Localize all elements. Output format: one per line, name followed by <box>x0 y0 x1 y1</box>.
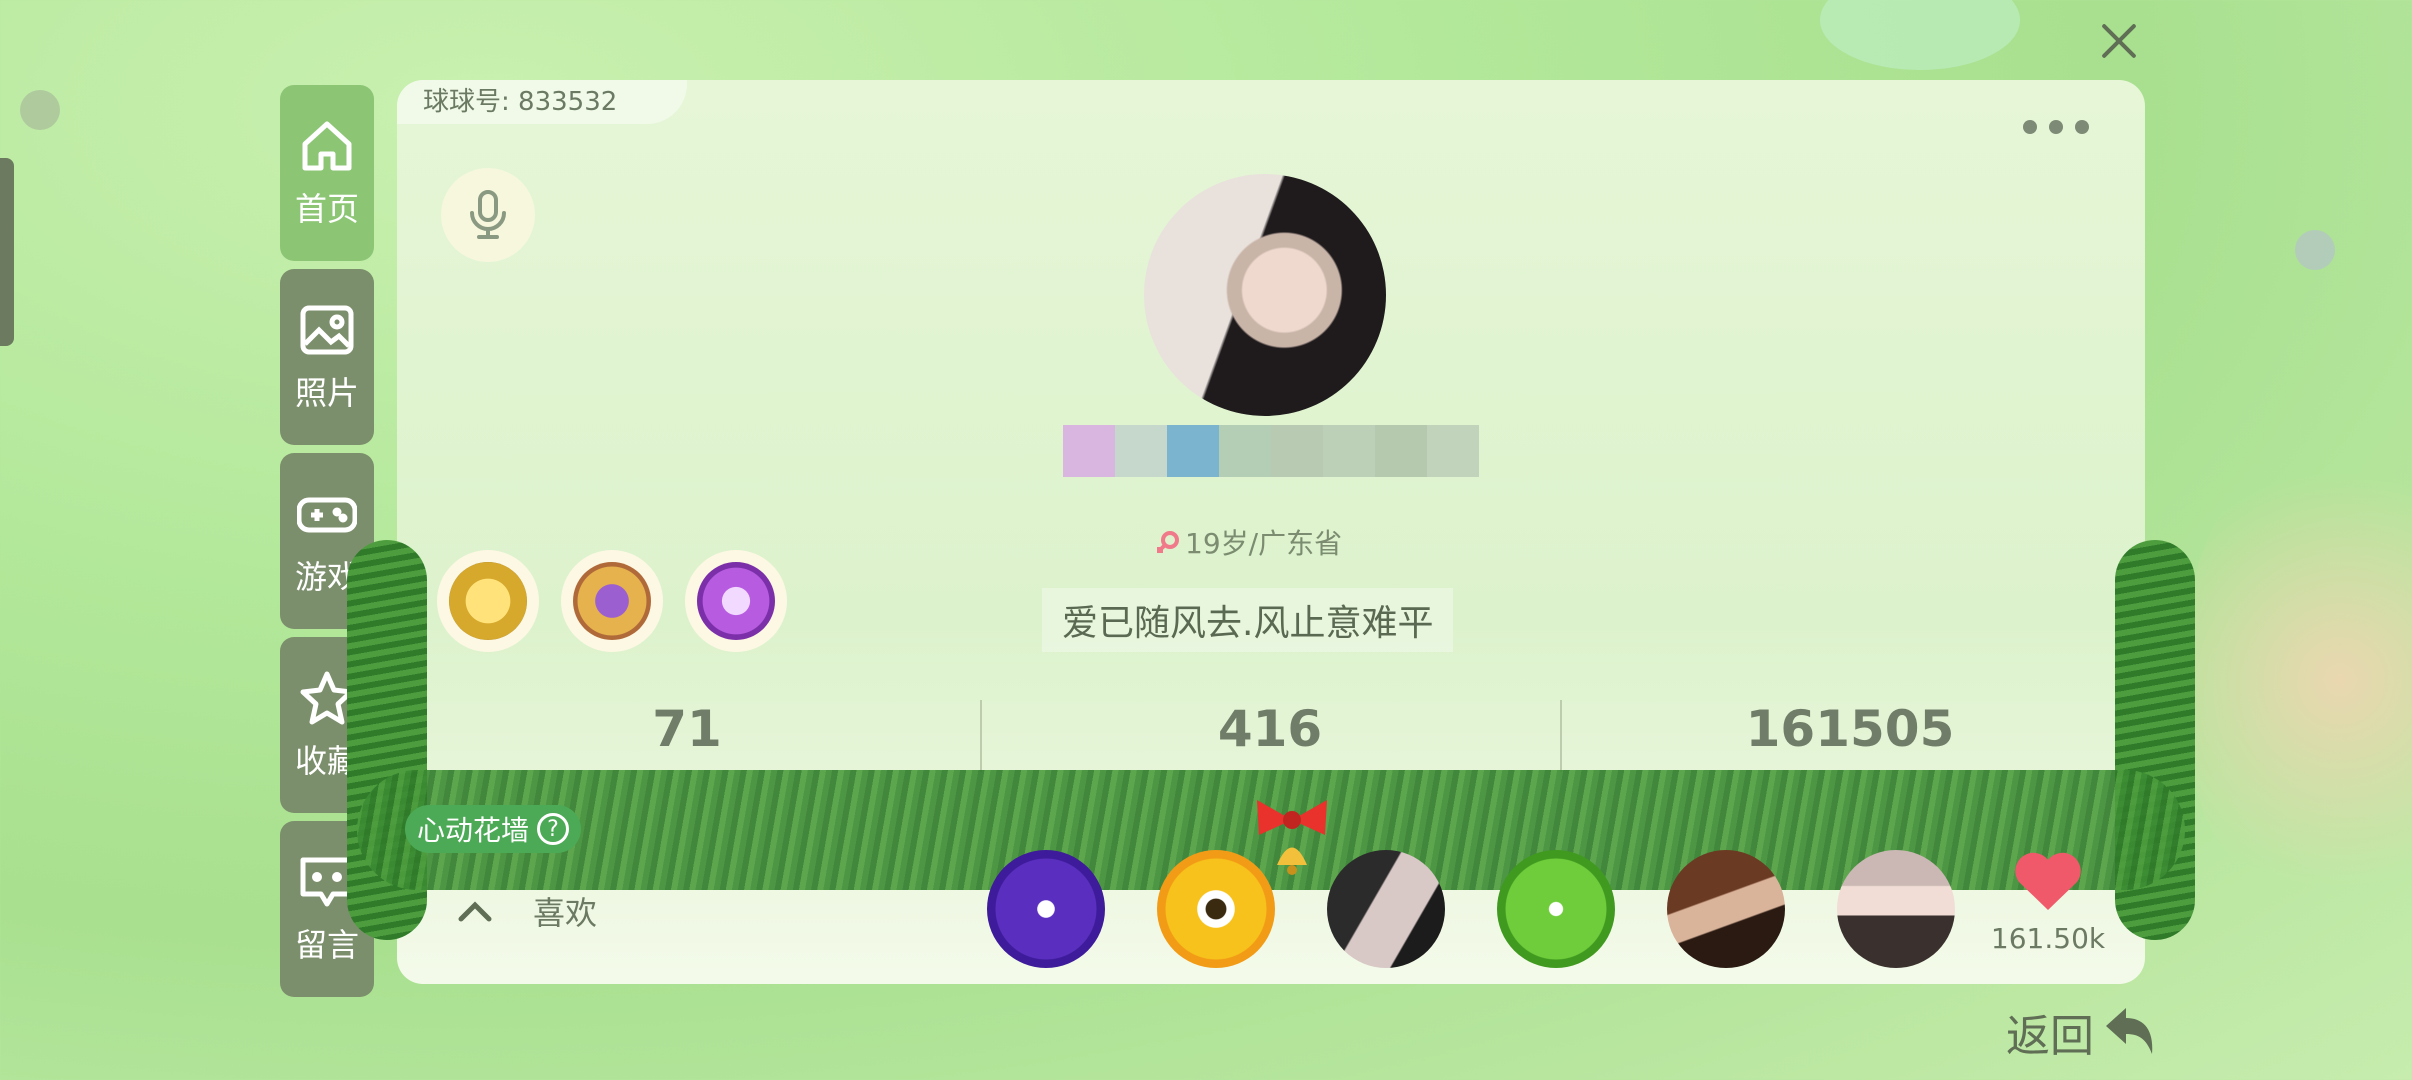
more-options-button[interactable] <box>2023 120 2089 134</box>
badge-purple-gem[interactable] <box>685 550 787 652</box>
dot-icon <box>2075 120 2089 134</box>
sidebar-item-label: 首页 <box>294 190 359 228</box>
liker-avatar[interactable] <box>1327 850 1445 968</box>
likes-label: 喜欢 <box>533 894 598 932</box>
flower-frame-badge-icon <box>573 562 651 640</box>
liker-avatar[interactable] <box>1837 850 1955 968</box>
dot-icon <box>2049 120 2063 134</box>
age-location: 19岁/广东省 <box>1155 522 1342 562</box>
username-mosaic <box>1063 425 1479 477</box>
signature: 爱已随风去.风止意难平 <box>1042 588 1454 652</box>
bokeh-decoration <box>2295 230 2335 270</box>
likes-toggle[interactable]: 喜欢 <box>457 888 597 934</box>
sidebar-item-photos[interactable]: 照片 <box>280 269 374 445</box>
flower-wall-tag[interactable]: 心动花墙 ? <box>405 805 582 853</box>
age-location-text: 19岁/广东省 <box>1185 527 1343 560</box>
chevron-up-icon <box>458 901 492 922</box>
close-button[interactable] <box>2096 18 2142 64</box>
badge-flower-frame[interactable] <box>561 550 663 652</box>
avatar[interactable] <box>1144 174 1386 416</box>
sidebar-item-home[interactable]: 首页 <box>280 85 374 261</box>
stat-1[interactable]: 71 <box>397 700 977 758</box>
profile-panel: 球球号: 833532 19岁/广东省 爱已随风去.风止意难平 71 416 1… <box>347 80 2195 984</box>
sidebar-item-label: 照片 <box>294 374 359 412</box>
home-icon <box>302 121 352 171</box>
bokeh-decoration <box>2180 430 2412 930</box>
microphone-icon <box>470 190 506 239</box>
sidebar-item-label: 留言 <box>294 926 359 964</box>
liker-avatar[interactable] <box>1667 850 1785 968</box>
help-icon[interactable]: ? <box>537 813 570 845</box>
stat-3[interactable]: 161505 <box>1560 700 2140 758</box>
liker-avatar[interactable] <box>1157 850 1275 968</box>
back-label: 返回 <box>2006 1011 2094 1062</box>
voice-intro-button[interactable] <box>441 168 535 262</box>
photo-icon <box>300 305 354 355</box>
gamepad-icon <box>297 497 357 533</box>
liker-avatar[interactable] <box>1497 850 1615 968</box>
badge-list <box>437 550 787 652</box>
bokeh-decoration <box>1820 0 2020 70</box>
flower-wall-label: 心动花墙 <box>417 814 530 847</box>
stat-2[interactable]: 416 <box>980 700 1560 758</box>
bokeh-decoration <box>20 90 60 130</box>
user-id-label: 球球号: 833532 <box>397 80 688 124</box>
heart-icon <box>2015 852 2081 910</box>
like-count: 161.50k <box>1990 922 2106 955</box>
dot-icon <box>2023 120 2037 134</box>
gold-crown-badge-icon <box>449 562 527 640</box>
like-button[interactable]: 161.50k <box>1983 850 2113 955</box>
return-arrow-icon <box>2106 1008 2153 1054</box>
edge-handle[interactable] <box>0 158 14 346</box>
liker-avatar[interactable] <box>987 850 1105 968</box>
female-gender-icon <box>1157 531 1179 553</box>
badge-gold-crown[interactable] <box>437 550 539 652</box>
purple-gem-badge-icon <box>697 562 775 640</box>
back-button[interactable]: 返回 <box>2006 1000 2158 1064</box>
